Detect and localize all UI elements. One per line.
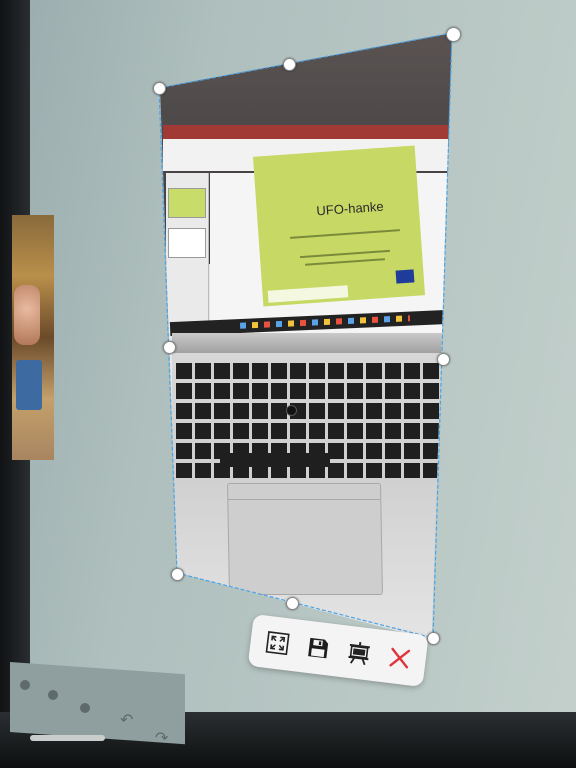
tray-button [80, 703, 90, 713]
slide-thumbnail [168, 188, 206, 218]
resize-handle-top[interactable] [283, 58, 296, 71]
tray-button [48, 690, 58, 700]
tray-redo-icon: ↷ [155, 730, 169, 747]
poster-detail [16, 360, 42, 410]
fullscreen-icon [265, 631, 290, 656]
save-icon [307, 637, 328, 659]
eu-flag-logo [395, 269, 415, 284]
spacebar [220, 453, 330, 467]
touchpad-buttons [228, 483, 380, 500]
resize-handle-bottom[interactable] [286, 597, 299, 610]
poster-figure [14, 285, 40, 345]
close-button[interactable] [379, 638, 419, 678]
present-button[interactable] [338, 633, 378, 673]
tray-undo-icon: ↶ [120, 712, 134, 729]
slide-thumbnail [168, 228, 206, 258]
resize-handle-left[interactable] [163, 341, 176, 354]
powerpoint-titlebar [163, 125, 448, 139]
tray-button [20, 680, 30, 690]
tray-slot [30, 735, 105, 741]
save-button[interactable] [298, 628, 338, 668]
fullscreen-button[interactable] [257, 623, 297, 663]
resize-handle-bottom-left[interactable] [171, 568, 184, 581]
trackpoint [286, 405, 297, 416]
whiteboard-scene: ↶ ↷ UFO-hanke [0, 0, 576, 768]
selected-photo[interactable]: UFO-hanke [160, 33, 452, 640]
close-icon [388, 647, 410, 669]
resize-handle-top-left[interactable] [153, 82, 166, 95]
rotate-handle[interactable] [446, 27, 461, 42]
resize-handle-bottom-right[interactable] [427, 632, 440, 645]
laptop-hinge [172, 333, 442, 355]
resize-handle-right[interactable] [437, 353, 450, 366]
presentation-board-icon [347, 641, 370, 666]
